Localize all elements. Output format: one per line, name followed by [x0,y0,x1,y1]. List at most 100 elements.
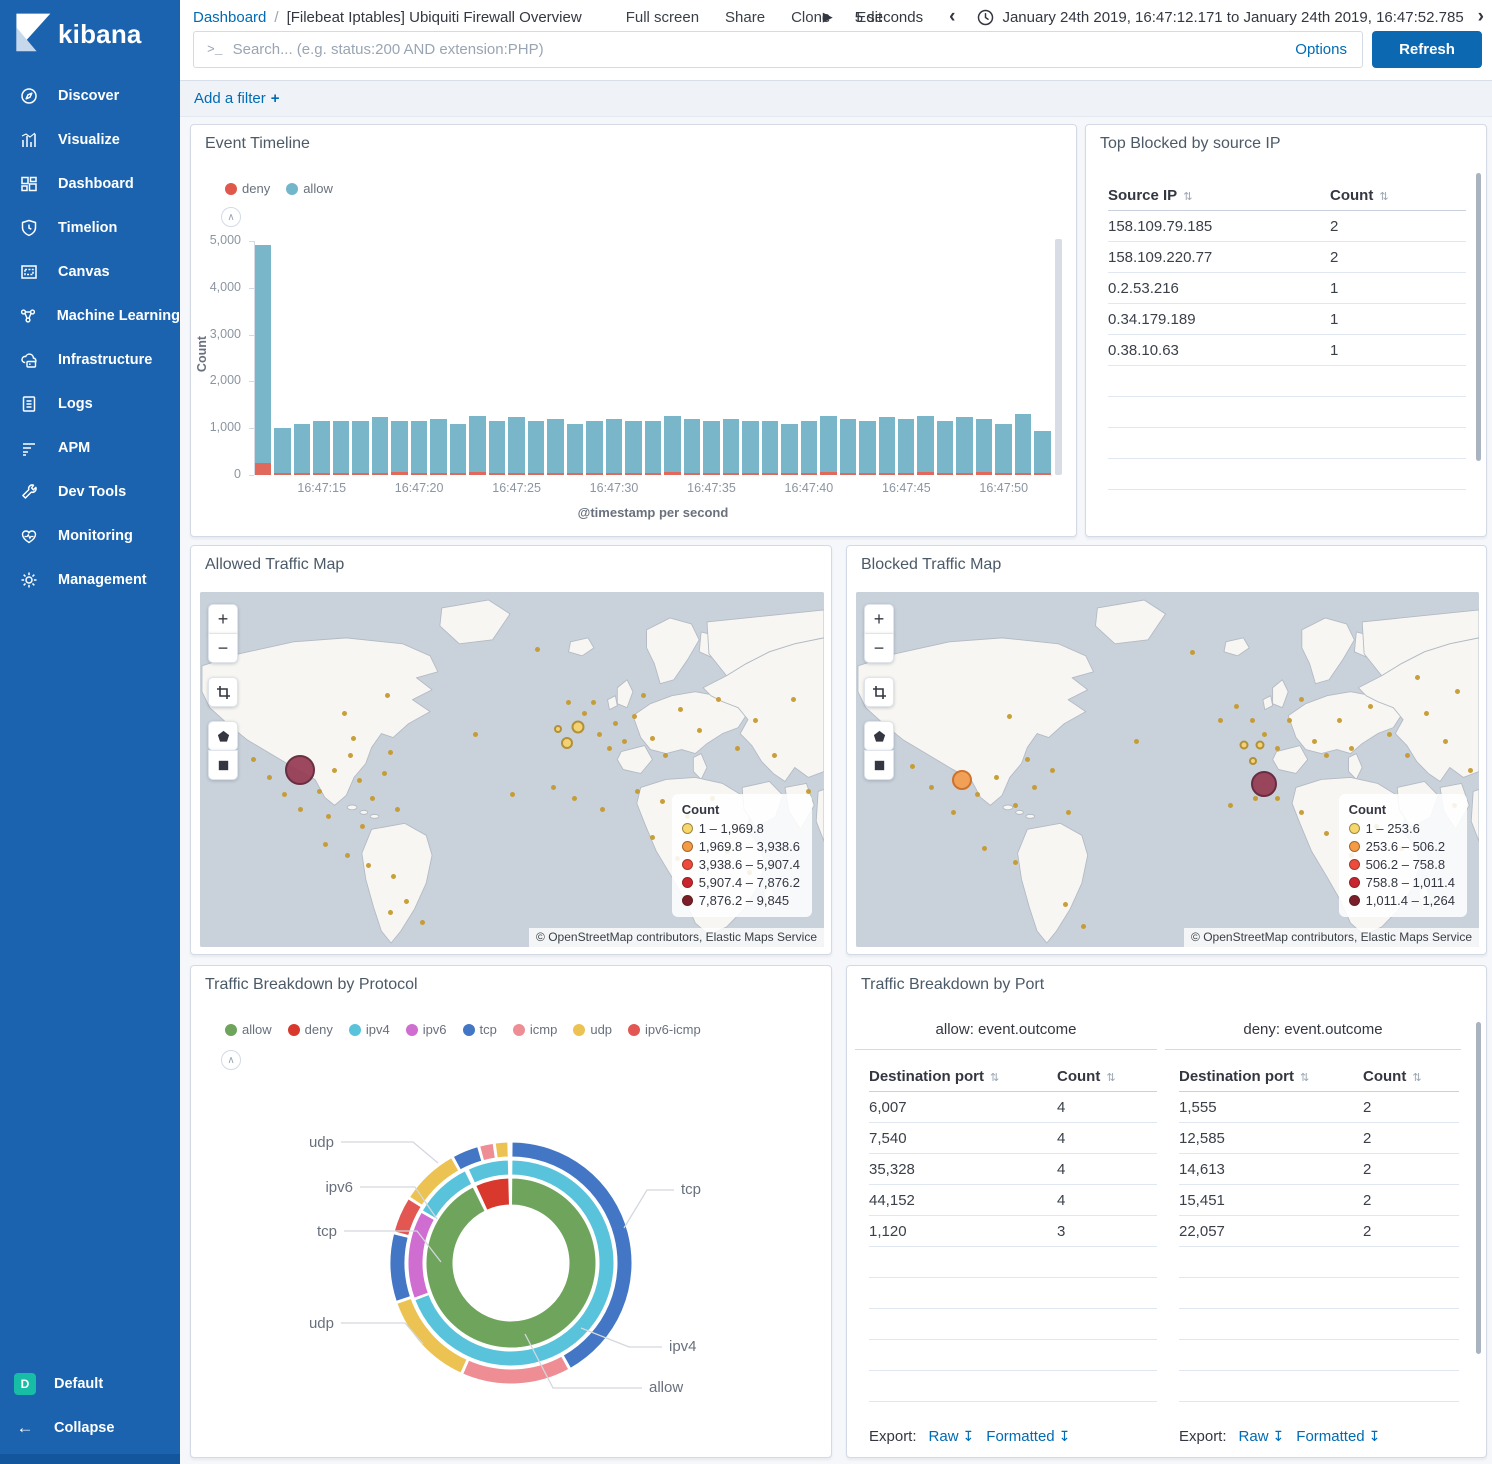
timeline-bar[interactable] [547,419,563,475]
timeline-bar[interactable] [1015,414,1031,475]
timeline-bar[interactable] [255,245,271,475]
sidebar-item-monitoring[interactable]: Monitoring [0,514,180,558]
timeline-bar[interactable] [664,416,680,475]
map-canvas[interactable]: + − Count 1 – 1,969.81,969.8 – 3,938.63,… [200,592,824,947]
column-destination-port[interactable]: Destination port⇅ [869,1068,1057,1085]
sidebar-item-timelion[interactable]: Timelion [0,206,180,250]
zoom-in-button[interactable]: + [864,604,894,634]
timeline-bar[interactable] [742,421,758,475]
timeline-bar[interactable] [840,419,856,475]
timeline-bar[interactable] [430,419,446,475]
zoom-out-button[interactable]: − [208,633,238,663]
legend-collapse-button[interactable]: ∧ [221,1050,241,1070]
column-count[interactable]: Count⇅ [1363,1068,1422,1085]
scrollbar[interactable] [1476,173,1481,461]
chevron-left-icon[interactable]: ‹ [949,8,955,26]
sidebar-item-visualize[interactable]: Visualize [0,118,180,162]
sidebar-item-machine-learning[interactable]: Machine Learning [0,294,180,338]
sidebar-item-canvas[interactable]: Canvas [0,250,180,294]
breadcrumb-dashboard-link[interactable]: Dashboard [193,9,266,26]
zoom-out-button[interactable]: − [864,633,894,663]
timeline-bar[interactable] [274,428,290,475]
timeline-bar[interactable] [801,421,817,475]
timeline-bar[interactable] [489,421,505,475]
legend-item-ipv4[interactable]: ipv4 [349,1022,390,1037]
map-bubble[interactable] [1249,757,1257,765]
draw-rectangle-button[interactable] [208,750,238,780]
map-bubble[interactable] [1240,740,1249,749]
menu-full-screen[interactable]: Full screen [626,9,699,26]
legend-item-ipv6-icmp[interactable]: ipv6-icmp [628,1022,701,1037]
map-bubble[interactable] [1251,771,1277,797]
map-bubble[interactable] [554,725,562,733]
timeline-bar[interactable] [625,421,641,475]
map-canvas[interactable]: + − Count 1 – 253.6253.6 – 506.2506.2 – … [856,592,1479,947]
sidebar-item-management[interactable]: Management [0,558,180,602]
export-raw-link[interactable]: Raw [929,1428,959,1445]
timeline-bar[interactable] [1034,431,1050,475]
timeline-bar[interactable] [411,421,427,475]
timeline-bar[interactable] [391,421,407,475]
refresh-button[interactable]: Refresh [1372,31,1482,68]
chevron-right-icon[interactable]: › [1478,8,1484,26]
timeline-bar[interactable] [333,421,349,475]
timeline-bar[interactable] [995,424,1011,475]
options-link[interactable]: Options [1295,41,1347,58]
legend-item-allow[interactable]: allow [225,1022,272,1037]
draw-polygon-button[interactable] [208,721,238,751]
map-bubble[interactable] [952,770,972,790]
timeline-bar[interactable] [762,421,778,475]
draw-polygon-button[interactable] [864,721,894,751]
kibana-logo[interactable]: kibana [10,10,142,59]
timeline-bar[interactable] [586,421,602,475]
fit-bounds-button[interactable] [864,677,894,707]
sidebar-item-dashboard[interactable]: Dashboard [0,162,180,206]
column-destination-port[interactable]: Destination port⇅ [1179,1068,1363,1085]
sidebar-collapse-button[interactable]: ← Collapse [0,1406,180,1450]
donut-segment-icmp[interactable] [480,1143,496,1160]
column-source-ip[interactable]: Source IP⇅ [1108,187,1330,204]
column-count[interactable]: Count⇅ [1330,187,1389,204]
export-formatted-link[interactable]: Formatted [986,1428,1054,1445]
menu-share[interactable]: Share [725,9,765,26]
zoom-in-button[interactable]: + [208,604,238,634]
legend-item-ipv6[interactable]: ipv6 [406,1022,447,1037]
export-formatted-link[interactable]: Formatted [1296,1428,1364,1445]
timeline-bar[interactable] [820,416,836,475]
export-raw-link[interactable]: Raw [1239,1428,1269,1445]
timeline-bar[interactable] [781,424,797,475]
refresh-interval[interactable]: 5 seconds [855,9,923,26]
add-filter-link[interactable]: Add a filter+ [194,90,279,107]
timeline-bar[interactable] [859,421,875,475]
timeline-bar[interactable] [606,419,622,475]
draw-rectangle-button[interactable] [864,750,894,780]
timeline-bar[interactable] [469,416,485,475]
timeline-bar[interactable] [567,424,583,475]
search-input[interactable] [233,41,1296,58]
legend-item-deny[interactable]: deny [288,1022,333,1037]
timeline-bar[interactable] [684,419,700,475]
timeline-bar[interactable] [723,419,739,475]
scrollbar[interactable] [1476,1022,1481,1354]
timeline-bar[interactable] [372,417,388,475]
timeline-bar[interactable] [313,421,329,475]
map-bubble[interactable] [571,720,584,733]
timeline-bar[interactable] [976,419,992,475]
play-icon[interactable]: ▶ [823,9,833,25]
sidebar-item-dev-tools[interactable]: Dev Tools [0,470,180,514]
timeline-bar[interactable] [956,417,972,475]
legend-item-tcp[interactable]: tcp [463,1022,497,1037]
timeline-bar[interactable] [352,421,368,475]
space-switcher[interactable]: D Default [0,1362,180,1406]
timeline-bar[interactable] [703,421,719,475]
fit-bounds-button[interactable] [208,677,238,707]
sidebar-item-discover[interactable]: Discover [0,74,180,118]
map-bubble[interactable] [561,737,573,749]
legend-item-udp[interactable]: udp [573,1022,612,1037]
time-range[interactable]: January 24th 2019, 16:47:12.171 to Janua… [1002,9,1463,26]
legend-item-icmp[interactable]: icmp [513,1022,557,1037]
timeline-bar[interactable] [879,417,895,475]
timeline-bar[interactable] [294,424,310,475]
map-bubble[interactable] [285,755,315,785]
donut-segment-tcp[interactable] [390,1234,410,1302]
